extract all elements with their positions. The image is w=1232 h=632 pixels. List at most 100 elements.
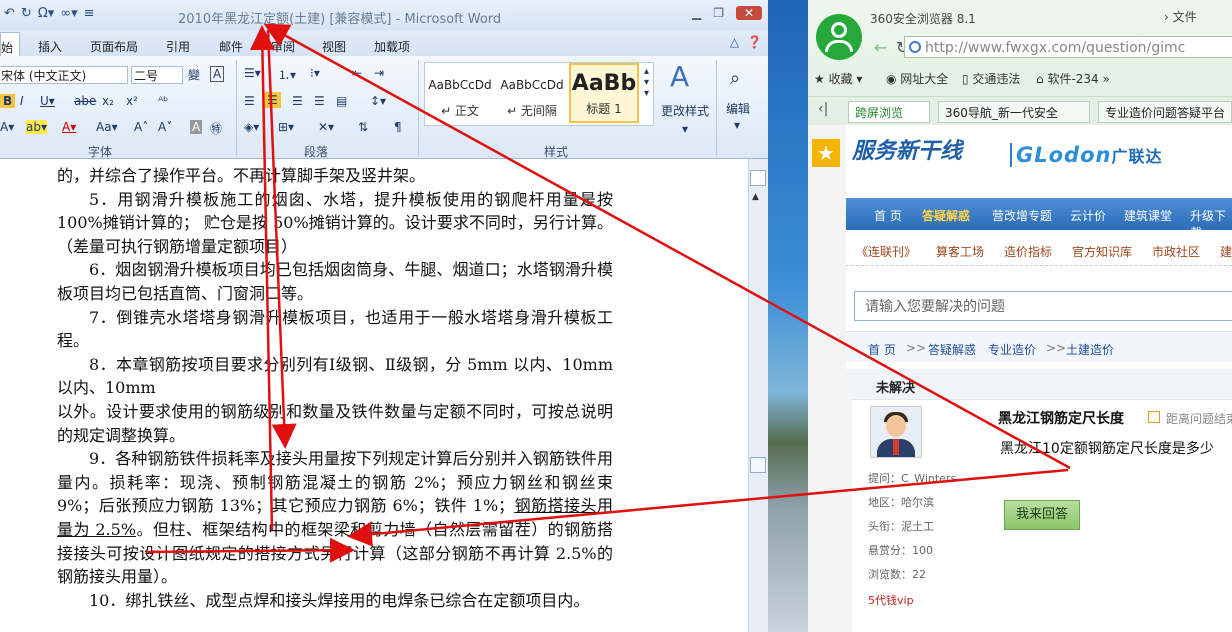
line-spacing-icon[interactable]: ↕▾: [370, 94, 386, 108]
answer-button[interactable]: 我来回答: [1004, 500, 1080, 530]
file-menu[interactable]: › 文件: [1164, 8, 1197, 25]
asker-name[interactable]: 提问：C_Winters: [868, 470, 956, 486]
tab-addins[interactable]: 加载项: [374, 38, 410, 55]
superscript-icon[interactable]: x²: [126, 94, 138, 108]
tab-references[interactable]: 引用: [166, 38, 190, 55]
tab-view[interactable]: 视图: [322, 38, 346, 55]
nav-classroom[interactable]: 建筑课堂: [1124, 207, 1172, 224]
omega-symbol-icon[interactable]: Ω▾: [38, 6, 54, 21]
align-left-icon[interactable]: ☰: [244, 94, 255, 108]
tab-home[interactable]: 始: [0, 32, 20, 56]
scroll-up-icon[interactable]: ▲: [752, 192, 759, 202]
shading-icon[interactable]: ◈▾: [244, 120, 259, 134]
font-size-select[interactable]: 二号: [131, 66, 183, 84]
subnav-municipal[interactable]: 市政社区: [1152, 243, 1200, 260]
subnav-magazine[interactable]: 《连联刊》: [856, 243, 916, 260]
redo-icon[interactable]: ↻: [21, 6, 32, 21]
restore-icon[interactable]: ❐: [713, 6, 724, 20]
italic-icon[interactable]: I: [20, 94, 24, 108]
nav-home[interactable]: 首 页: [874, 207, 902, 224]
crumb-home[interactable]: 首 页: [868, 341, 896, 358]
subnav-knowledge[interactable]: 官方知识库: [1072, 243, 1132, 260]
numbering-icon[interactable]: ⒈▾: [278, 66, 296, 83]
bookmark-favorites[interactable]: ★ 收藏 ▾: [814, 70, 862, 87]
help-icon[interactable]: ❓: [747, 35, 762, 49]
grow-font-icon[interactable]: A˄: [134, 120, 148, 134]
edit-label[interactable]: 编辑: [726, 100, 750, 117]
tab-mailings[interactable]: 邮件: [219, 38, 243, 55]
minimize-icon[interactable]: ▁: [692, 6, 701, 20]
asker-avatar[interactable]: [870, 406, 922, 458]
address-bar[interactable]: http://www.fwxgx.com/question/gimc: [904, 36, 1232, 58]
crumb-civil[interactable]: 土建造价: [1066, 341, 1114, 358]
justify-icon[interactable]: ☰: [314, 94, 325, 108]
vertical-scrollbar[interactable]: [748, 159, 768, 632]
shrink-font-icon[interactable]: A˅: [158, 120, 172, 134]
customize-qat-icon[interactable]: ≡: [84, 6, 95, 21]
undo-icon[interactable]: ↶: [4, 6, 15, 21]
crumb-cost[interactable]: 专业造价: [988, 341, 1036, 358]
distribute-icon[interactable]: ▤: [336, 94, 347, 108]
show-marks-icon[interactable]: ¶: [394, 120, 402, 134]
highlight-icon[interactable]: ab▾: [26, 120, 47, 134]
sort-icon[interactable]: ⇅: [358, 120, 368, 134]
bookmark-traffic[interactable]: ▯ 交通违法: [962, 70, 1020, 87]
crumb-qa[interactable]: 答疑解惑: [928, 341, 976, 358]
binoculars-icon[interactable]: ⌕: [730, 68, 740, 89]
service-logo[interactable]: 服务新干线: [852, 133, 962, 165]
tab-cross-screen[interactable]: 跨屏浏览: [848, 101, 930, 123]
change-styles-icon[interactable]: A: [670, 60, 689, 93]
bookmark-software[interactable]: ⌂ 软件-234 »: [1036, 70, 1110, 87]
glodon-logo[interactable]: GLodon广联达: [1016, 143, 1162, 167]
ribbon-collapse-icon[interactable]: △: [730, 35, 739, 49]
char-border-icon[interactable]: A: [210, 66, 225, 82]
nav-vat[interactable]: 营改增专题: [992, 207, 1052, 224]
subnav-workshop[interactable]: 算客工场: [936, 243, 984, 260]
close-icon[interactable]: ✕: [736, 6, 762, 20]
phonetic-guide-icon[interactable]: 變: [188, 66, 200, 83]
infinity-icon[interactable]: ∞▾: [60, 6, 77, 21]
decrease-indent-icon[interactable]: ⇤: [352, 66, 362, 80]
style-heading-1[interactable]: AaBb 标题 1: [569, 63, 639, 123]
underline-icon[interactable]: U▾: [40, 94, 55, 108]
change-case-icon[interactable]: Aa▾: [96, 120, 118, 134]
strikethrough-icon[interactable]: abe: [74, 94, 96, 108]
align-center-icon[interactable]: ☰: [264, 92, 281, 108]
enclose-char-icon[interactable]: ㊕: [210, 120, 222, 137]
tab-360-nav[interactable]: 360导航_新一代安全: [938, 101, 1090, 123]
tab-review[interactable]: 审阅: [271, 38, 295, 55]
favorite-star-icon[interactable]: ★: [812, 139, 840, 167]
user-avatar-icon[interactable]: [816, 14, 862, 60]
bookmark-sites[interactable]: ◉ 网址大全: [886, 70, 948, 87]
bold-icon[interactable]: B: [0, 94, 16, 108]
back-icon[interactable]: ←: [874, 38, 887, 57]
scroll-thumb[interactable]: [750, 457, 766, 473]
font-color-icon[interactable]: A▾: [62, 120, 76, 134]
styles-scroll-icon[interactable]: ▴ ▾ ▾: [644, 66, 649, 99]
tab-scroll-left-icon[interactable]: ‹|: [818, 101, 828, 117]
bullets-icon[interactable]: ☰▾: [244, 66, 261, 80]
question-title[interactable]: 黑龙江钢筋定尺长度: [998, 408, 1124, 428]
nav-download[interactable]: 升级下载: [1190, 207, 1232, 241]
subnav-index[interactable]: 造价指标: [1004, 243, 1052, 260]
nav-qa[interactable]: 答疑解惑: [922, 207, 970, 224]
tab-page-layout[interactable]: 页面布局: [90, 38, 138, 55]
tab-glodon[interactable]: 专业造价问题答疑平台: [1098, 101, 1232, 123]
change-styles-label[interactable]: 更改样式: [661, 102, 709, 119]
chinese-layout-icon[interactable]: ✕▾: [318, 120, 334, 134]
clear-format-icon[interactable]: ᴬᵇ: [158, 94, 168, 108]
borders-icon[interactable]: ⊞▾: [278, 120, 294, 134]
nav-cloud[interactable]: 云计价: [1070, 207, 1106, 224]
text-effect-icon[interactable]: A▾: [0, 120, 14, 134]
char-shading-icon[interactable]: A: [190, 120, 203, 134]
increase-indent-icon[interactable]: ⇥: [374, 66, 384, 80]
style-normal[interactable]: AaBbCcDd ↵ 正文: [425, 63, 495, 123]
subscript-icon[interactable]: x₂: [102, 94, 114, 108]
subnav-more[interactable]: 建: [1220, 243, 1232, 260]
multilevel-list-icon[interactable]: ⁝▾: [310, 66, 320, 80]
align-right-icon[interactable]: ☰: [292, 94, 303, 108]
font-name-select[interactable]: 宋体 (中文正文): [0, 66, 128, 84]
question-search-input[interactable]: 请输入您要解决的问题: [854, 291, 1232, 321]
document-page[interactable]: 的，并综合了操作平台。不再计算脚手架及竖井架。 5．用钢滑升模板施工的烟囱、水塔…: [0, 159, 748, 632]
tab-insert[interactable]: 插入: [38, 38, 62, 55]
